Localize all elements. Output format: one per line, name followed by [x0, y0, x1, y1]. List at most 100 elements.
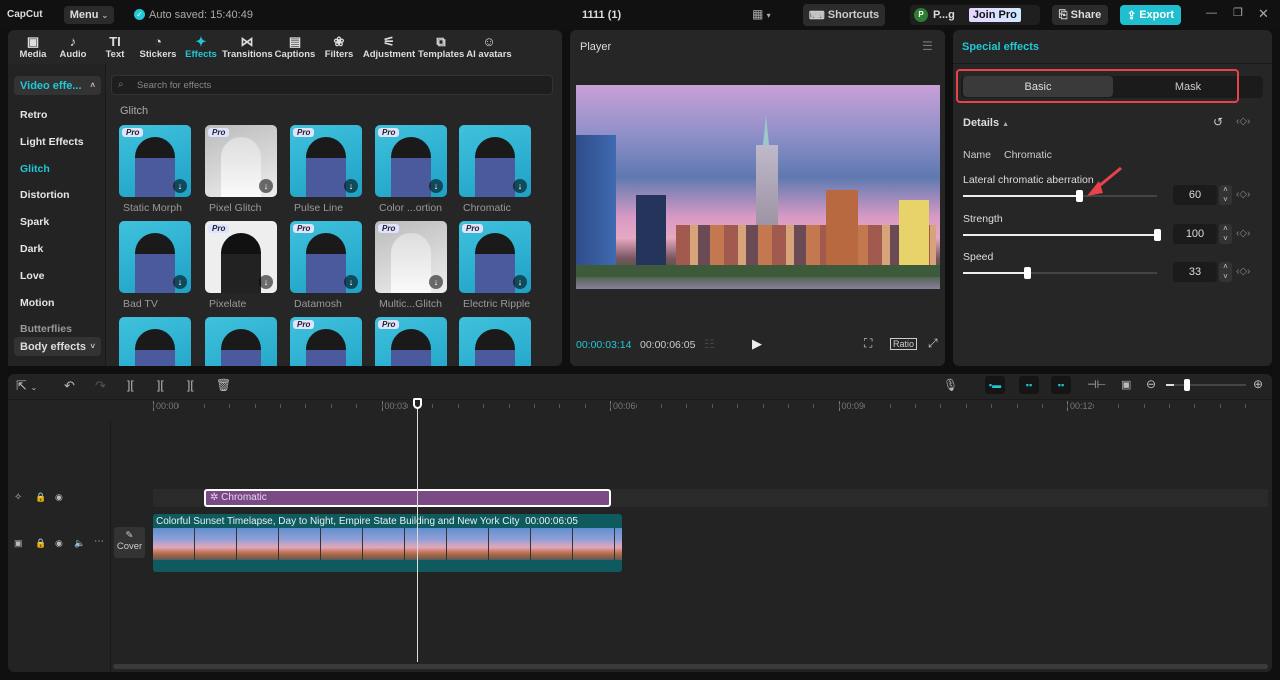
- tab-text[interactable]: TI Text: [94, 30, 136, 64]
- join-pro-button[interactable]: Join Pro: [968, 8, 1021, 22]
- param-slider[interactable]: [963, 190, 1157, 202]
- tab-media[interactable]: ▣ Media: [14, 30, 52, 64]
- tab-filters[interactable]: ❀ Filters: [318, 30, 360, 64]
- param-slider[interactable]: [963, 229, 1161, 241]
- zoom-out-icon[interactable]: ⊖: [1146, 377, 1156, 391]
- playhead-handle[interactable]: [413, 398, 422, 409]
- keyframe-icon[interactable]: ‹◇›: [1236, 228, 1250, 239]
- slider-handle[interactable]: [1076, 190, 1084, 202]
- microphone-icon[interactable]: 🎙: [943, 378, 958, 392]
- playhead[interactable]: [417, 400, 418, 662]
- shortcuts-button[interactable]: ⌨ Shortcuts: [803, 4, 885, 26]
- export-button[interactable]: ⇪ Export: [1120, 5, 1181, 25]
- effect-tile[interactable]: Pro ↓: [205, 125, 277, 197]
- restore-icon[interactable]: ❐: [1233, 6, 1243, 19]
- linkage-button[interactable]: ▪▪: [1051, 376, 1071, 394]
- layout-icon[interactable]: ▦ ▾: [752, 7, 771, 21]
- stepper-icon[interactable]: ˄ ˅: [1219, 224, 1232, 244]
- effect-tile[interactable]: Pro ↓: [459, 221, 531, 293]
- minimize-icon[interactable]: —: [1206, 7, 1217, 19]
- effect-tile[interactable]: Pro: [290, 317, 362, 366]
- details-section-toggle[interactable]: Details ▲: [963, 117, 1009, 129]
- download-icon[interactable]: ↓: [344, 179, 358, 193]
- effect-tile[interactable]: Pro ↓: [290, 125, 362, 197]
- select-tool-icon[interactable]: ⇱ ⌄: [16, 378, 37, 394]
- player-menu-icon[interactable]: ☰: [922, 39, 933, 53]
- effect-tile[interactable]: Pro ↓: [290, 221, 362, 293]
- effect-tile[interactable]: [459, 317, 531, 366]
- effect-tile[interactable]: Pro ↓: [375, 125, 447, 197]
- keyframe-icon[interactable]: ‹◇›: [1236, 116, 1250, 127]
- trim-right-icon[interactable]: ][: [187, 378, 194, 392]
- fit-zoom-icon[interactable]: ⛶: [864, 336, 872, 351]
- tab-stickers[interactable]: ◔ Stickers: [136, 30, 180, 64]
- auto-snap-button[interactable]: ▪▪: [1019, 376, 1039, 394]
- download-icon[interactable]: ↓: [513, 179, 527, 193]
- effect-tile[interactable]: Pro: [375, 317, 447, 366]
- tab-captions[interactable]: ▤ Captions: [272, 30, 318, 64]
- effect-clip-chromatic[interactable]: ✲ Chromatic: [204, 489, 611, 507]
- fullscreen-icon[interactable]: ⤢: [928, 336, 938, 351]
- download-icon[interactable]: ↓: [429, 179, 443, 193]
- tab-templates[interactable]: ⧉ Templates: [418, 30, 464, 64]
- preview-axis-icon[interactable]: ▣: [1121, 378, 1131, 391]
- tab-transitions[interactable]: ⋈ Transitions: [222, 30, 273, 64]
- download-icon[interactable]: ↓: [173, 179, 187, 193]
- pro-badge: Pro: [208, 128, 230, 137]
- cover-button[interactable]: ✎ Cover: [114, 527, 145, 558]
- align-icon[interactable]: ⊣⊢: [1087, 378, 1106, 391]
- split-icon[interactable]: ][: [127, 378, 134, 392]
- timeline-scrollbar[interactable]: [113, 664, 1268, 669]
- audio-icon[interactable]: 🔈: [74, 538, 85, 549]
- lock-icon[interactable]: 🔒: [35, 538, 46, 549]
- effect-tile[interactable]: [119, 317, 191, 366]
- share-button[interactable]: ⎘ Share: [1052, 5, 1108, 25]
- ratio-button[interactable]: Ratio: [890, 338, 918, 350]
- param-value-input[interactable]: 60: [1173, 185, 1217, 205]
- download-icon[interactable]: ↓: [259, 179, 273, 193]
- tab-adjustment[interactable]: ⚟ Adjustment: [360, 30, 418, 64]
- zoom-in-icon[interactable]: ⊕: [1253, 377, 1263, 391]
- slider-handle[interactable]: [1024, 267, 1032, 279]
- download-icon[interactable]: ↓: [173, 275, 187, 289]
- effect-tile[interactable]: ↓: [459, 125, 531, 197]
- stepper-icon[interactable]: ˄ ˅: [1219, 262, 1232, 282]
- eye-icon[interactable]: ◉: [55, 538, 63, 549]
- timeline-grid-icon[interactable]: ☷: [704, 337, 715, 351]
- effect-tile[interactable]: [205, 317, 277, 366]
- menu-button[interactable]: Menu ⌄: [64, 6, 114, 24]
- tab-effects[interactable]: ✦ Effects: [180, 30, 222, 64]
- redo-icon[interactable]: ↷: [95, 378, 106, 394]
- stepper-icon[interactable]: ˄ ˅: [1219, 185, 1232, 205]
- effect-tile[interactable]: ↓: [119, 221, 191, 293]
- close-icon[interactable]: ✕: [1258, 6, 1269, 22]
- param-value-input[interactable]: 33: [1173, 262, 1217, 282]
- reset-icon[interactable]: ↺: [1213, 115, 1223, 129]
- param-value-input[interactable]: 100: [1173, 224, 1217, 244]
- trim-left-icon[interactable]: ][: [157, 378, 164, 392]
- download-icon[interactable]: ↓: [259, 275, 273, 289]
- undo-icon[interactable]: ↶: [64, 378, 75, 394]
- tab-audio[interactable]: ♪ Audio: [52, 30, 94, 64]
- download-icon[interactable]: ↓: [513, 275, 527, 289]
- video-clip[interactable]: Colorful Sunset Timelapse, Day to Night,…: [153, 514, 622, 572]
- effect-tile[interactable]: Pro ↓: [375, 221, 447, 293]
- eye-icon[interactable]: ◉: [55, 492, 63, 503]
- effect-tile[interactable]: Pro ↓: [119, 125, 191, 197]
- video-preview[interactable]: [576, 85, 940, 289]
- account-area[interactable]: P P...g Join Pro: [910, 5, 1040, 25]
- timeline-zoom-slider[interactable]: [1166, 379, 1246, 391]
- download-icon[interactable]: ↓: [344, 275, 358, 289]
- effect-tile[interactable]: Pro ↓: [205, 221, 277, 293]
- lock-icon[interactable]: 🔒: [35, 492, 46, 503]
- download-icon[interactable]: ↓: [429, 275, 443, 289]
- play-button[interactable]: ▶: [752, 336, 762, 352]
- delete-icon[interactable]: 🗑: [216, 378, 231, 392]
- main-track-magnet-button[interactable]: ▪▬: [985, 376, 1005, 394]
- keyframe-icon[interactable]: ‹◇›: [1236, 266, 1250, 277]
- keyframe-icon[interactable]: ‹◇›: [1236, 189, 1250, 200]
- tab-ai-avatars[interactable]: ☺ AI avatars: [464, 30, 514, 64]
- more-icon[interactable]: ⋯: [94, 536, 104, 547]
- slider-handle[interactable]: [1154, 229, 1161, 241]
- param-slider[interactable]: [963, 267, 1157, 279]
